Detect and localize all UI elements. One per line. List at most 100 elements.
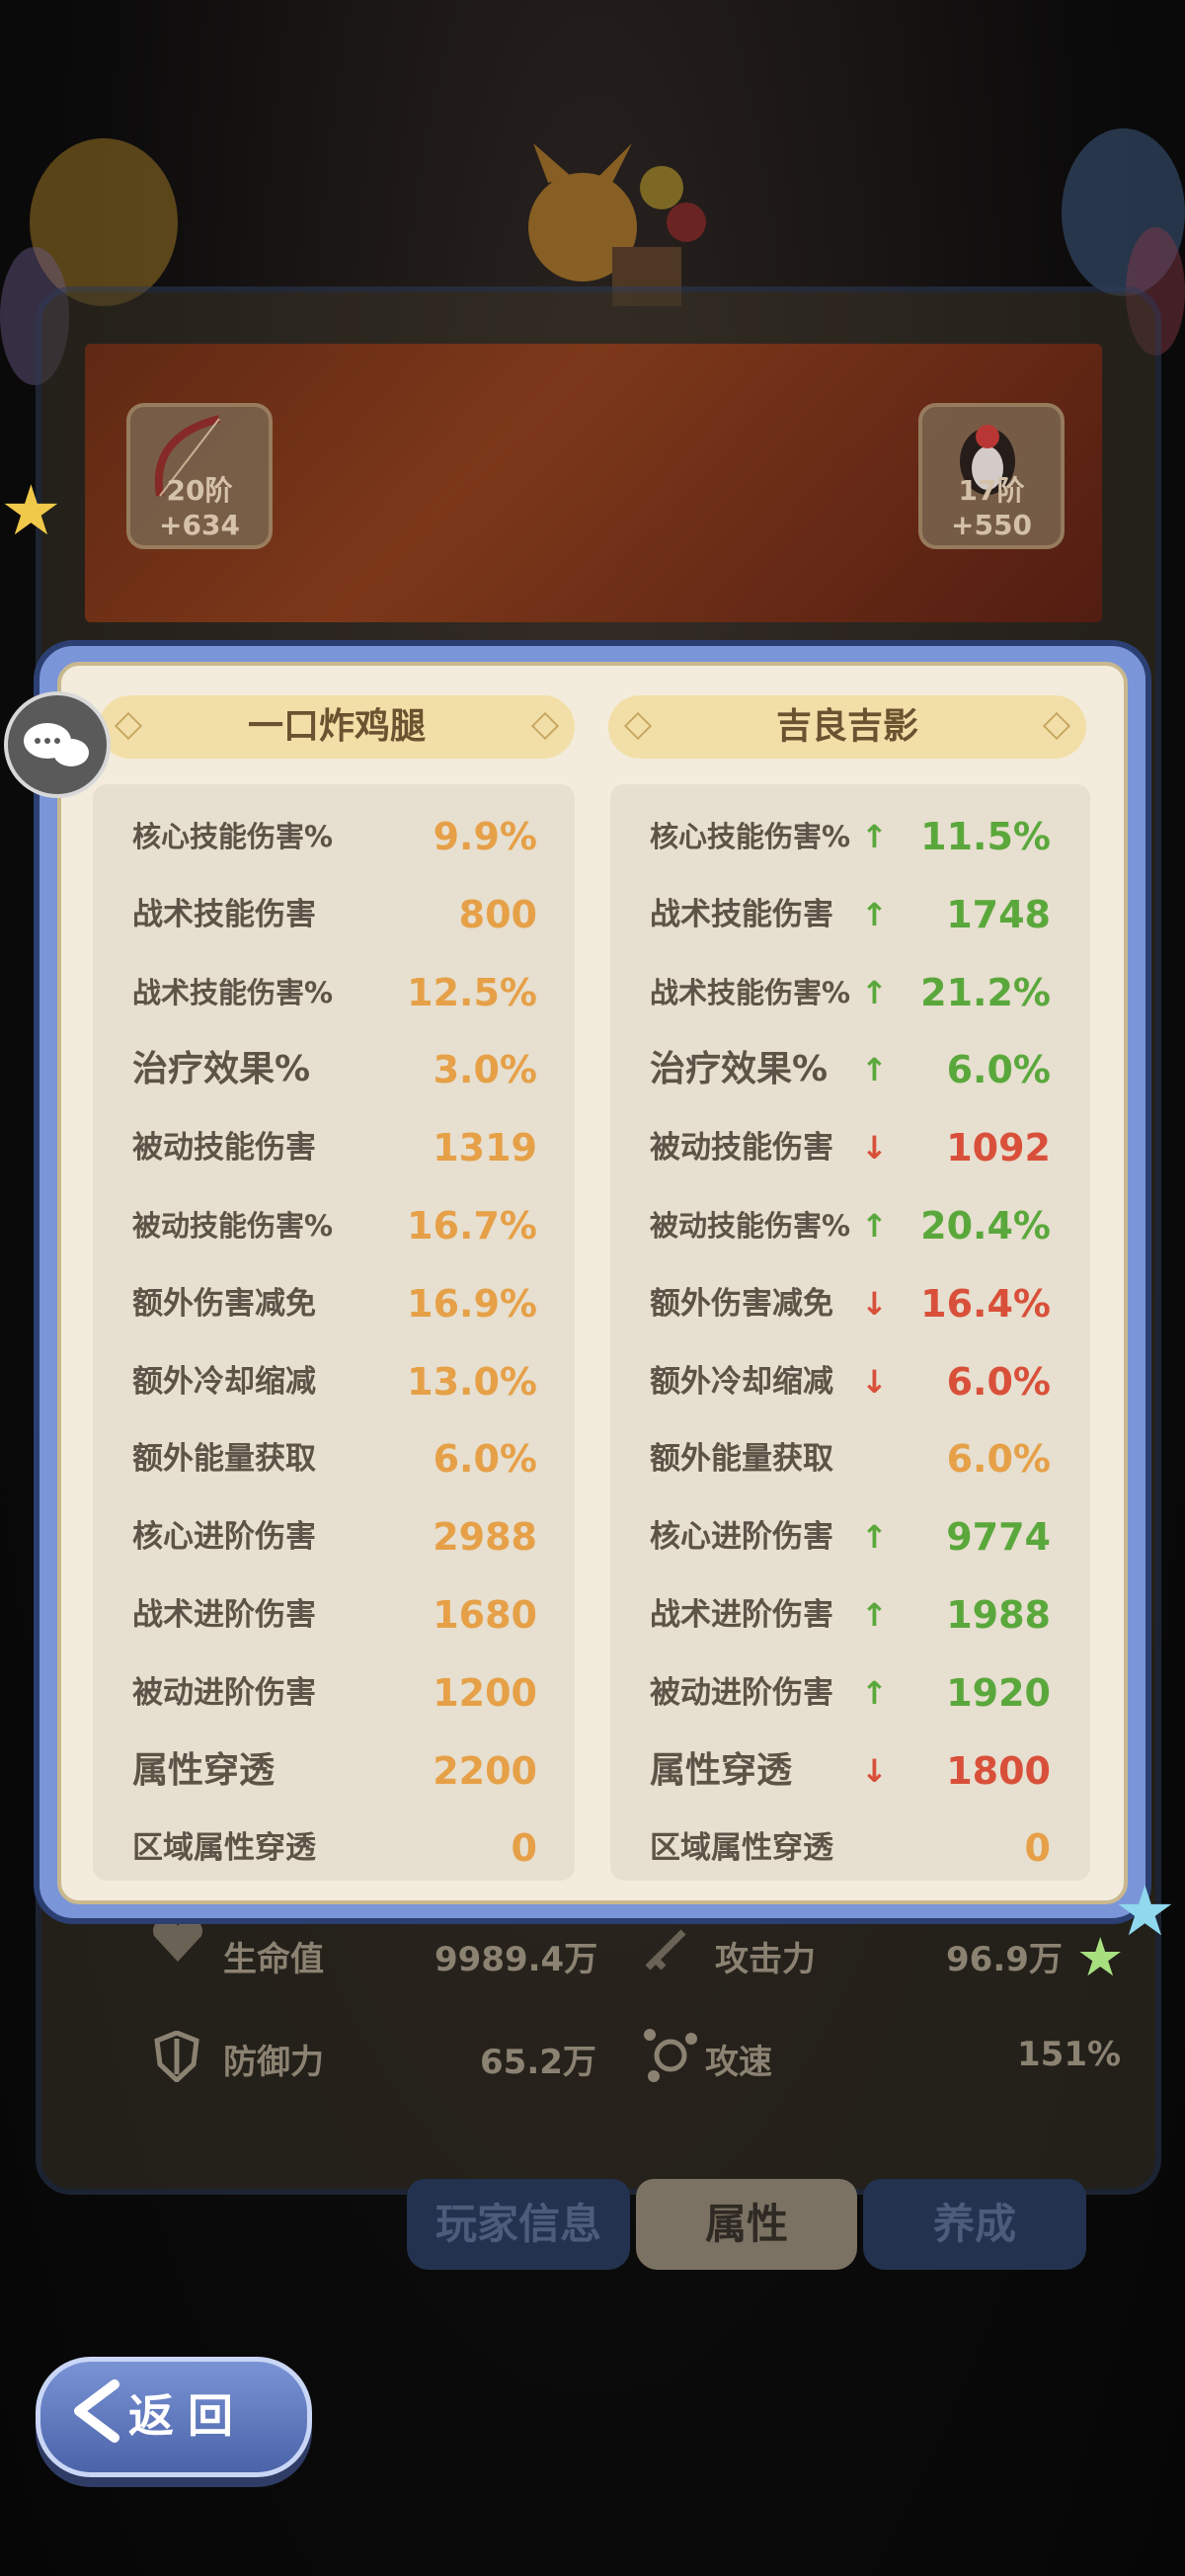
left-stat-row: 治疗效果% 3.0% [132,1031,537,1108]
left-equipment-level: 20阶+634 [159,474,240,541]
stat-value: 1748 [946,893,1051,936]
stat-label: 被动技能伤害% [132,1209,334,1243]
stat-value: 1092 [946,1126,1051,1169]
stat-value: 16.7% [407,1204,537,1248]
left-stat-row: 战术进阶伤害 1680 [132,1576,537,1653]
stat-value: 11.5% [920,815,1051,858]
tab-development[interactable]: 养成 [863,2179,1086,2270]
star-decoration: ★ [0,470,62,551]
left-stat-row: 战术技能伤害% 12.5% [132,954,537,1031]
stat-label: 治疗效果% [132,1049,311,1089]
stat-label: 战术进阶伤害 [132,1597,316,1633]
stat-value: 21.2% [920,971,1051,1014]
left-stat-row: 额外冷却缩减 13.0% [132,1343,537,1420]
right-stat-row: 被动技能伤害 ↓ 1092 [650,1109,1051,1186]
attack-speed-value: 151% [1017,2035,1122,2074]
stat-value: 800 [458,893,537,936]
stat-label: 被动技能伤害% [650,1209,851,1243]
stat-value: 0 [1024,1826,1051,1870]
stat-label: 额外伤害减免 [650,1286,833,1322]
right-stat-row: 核心技能伤害% ↑ 11.5% [650,798,1051,875]
stat-label: 被动技能伤害 [650,1130,833,1166]
stat-value: 6.0% [433,1437,537,1481]
stat-label: 额外伤害减免 [132,1286,316,1322]
attack-value: 96.9万 [946,1940,1063,1979]
stat-label: 被动进阶伤害 [650,1675,833,1711]
stat-label: 额外冷却缩减 [650,1364,833,1400]
left-stat-row: 被动进阶伤害 1200 [132,1654,537,1731]
left-stat-row: 额外能量获取 6.0% [132,1420,537,1497]
stat-label: 被动技能伤害 [132,1130,316,1166]
right-equipment-level: 17阶+550 [951,474,1032,541]
attack-speed-icon [644,2029,697,2082]
stat-value: 2988 [433,1515,537,1559]
right-stat-row: 属性穿透 ↓ 1800 [650,1732,1051,1810]
left-stat-row: 属性穿透 2200 [132,1732,537,1810]
right-stat-row: 战术进阶伤害 ↑ 1988 [650,1576,1051,1653]
stat-value: 2200 [433,1749,537,1793]
stat-label: 战术技能伤害 [650,897,833,932]
shield-icon [154,2031,199,2082]
right-equipment-slot[interactable]: 17阶+550 [918,403,1065,549]
stat-label: 核心进阶伤害 [650,1519,833,1555]
stat-label: 被动进阶伤害 [132,1675,316,1711]
left-equipment-slot[interactable]: 20阶+634 [126,403,273,549]
stat-label: 属性穿透 [650,1750,793,1791]
hp-label: 生命值 [223,1940,324,1979]
stat-value: 6.0% [946,1437,1051,1481]
attack-label: 攻击力 [715,1940,816,1979]
sword-icon [645,1929,686,1971]
stat-value: 1680 [433,1593,537,1637]
stat-value: 6.0% [946,1048,1051,1091]
attack-speed-label: 攻速 [705,2043,772,2082]
stat-value: 12.5% [407,971,537,1014]
stat-value: 3.0% [433,1048,537,1091]
stat-value: 1200 [433,1671,537,1715]
stat-value: 13.0% [407,1360,537,1404]
right-stat-row: 被动进阶伤害 ↑ 1920 [650,1654,1051,1731]
hp-value: 9989.4万 [434,1940,598,1979]
left-stat-row: 被动技能伤害 1319 [132,1109,537,1186]
stat-label: 战术进阶伤害 [650,1597,833,1633]
stat-value: 16.4% [920,1282,1051,1326]
left-stat-row: 额外伤害减免 16.9% [132,1265,537,1342]
right-player-name: 吉良吉影 [608,695,1086,759]
right-stat-row: 战术技能伤害 ↑ 1748 [650,876,1051,953]
stat-value: 6.0% [946,1360,1051,1404]
stat-label: 核心进阶伤害 [132,1519,316,1555]
chat-bubble-icon [24,723,89,766]
defense-value: 65.2万 [480,2043,596,2082]
right-stat-row: 战术技能伤害% ↑ 21.2% [650,954,1051,1031]
stat-label: 战术技能伤害 [132,897,316,932]
star-decoration: ★ [1076,1926,1125,1988]
left-stat-row: 核心进阶伤害 2988 [132,1498,537,1575]
right-stat-row: 被动技能伤害% ↑ 20.4% [650,1187,1051,1264]
right-stat-row: 额外冷却缩减 ↓ 6.0% [650,1343,1051,1420]
stat-label: 战术技能伤害% [650,976,851,1009]
stat-label: 额外能量获取 [650,1441,833,1477]
chat-button[interactable] [4,691,111,798]
right-stat-row: 核心进阶伤害 ↑ 9774 [650,1498,1051,1575]
stat-label: 额外冷却缩减 [132,1364,316,1400]
left-stat-row: 被动技能伤害% 16.7% [132,1187,537,1264]
back-arrow-icon [74,2379,119,2443]
right-stat-row: 额外伤害减免 ↓ 16.4% [650,1265,1051,1342]
left-player-name: 一口炸鸡腿 [99,695,575,759]
right-stat-row: 额外能量获取 6.0% [650,1420,1051,1497]
back-button-label: 返回 [128,2389,247,2443]
stat-label: 额外能量获取 [132,1441,316,1477]
stat-label: 核心技能伤害% [650,820,851,853]
stat-value: 1988 [946,1593,1051,1637]
stat-value: 9774 [946,1515,1051,1559]
defense-label: 防御力 [223,2043,324,2082]
stat-value: 0 [511,1826,537,1870]
left-stat-row: 区域属性穿透 0 [132,1810,537,1887]
right-stat-row: 治疗效果% ↑ 6.0% [650,1031,1051,1108]
stat-label: 治疗效果% [650,1049,829,1089]
stat-value: 16.9% [407,1282,537,1326]
tab-player-info[interactable]: 玩家信息 [407,2179,630,2270]
stat-value: 1920 [946,1671,1051,1715]
stat-label: 战术技能伤害% [132,976,334,1009]
tab-attributes[interactable]: 属性 [636,2179,857,2270]
stat-value: 20.4% [920,1204,1051,1248]
